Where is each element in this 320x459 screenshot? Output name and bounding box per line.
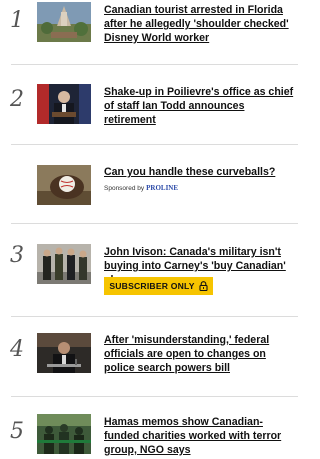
rank-number: 1 (10, 8, 24, 33)
rank-number: 4 (10, 337, 24, 362)
badge-label: SUBSCRIBER ONLY (109, 281, 195, 291)
divider (11, 144, 298, 145)
divider (11, 316, 298, 317)
article-headline-link[interactable]: Hamas memos show Canadian-funded chariti… (104, 415, 298, 457)
divider (11, 223, 298, 224)
article-thumbnail[interactable] (37, 2, 91, 42)
sponsor-brand[interactable]: PROLINE (146, 184, 178, 192)
trending-list: 1 Canadian tourist arrested in Florida a… (0, 0, 298, 459)
sponsored-thumbnail[interactable] (37, 165, 91, 205)
article-thumbnail[interactable] (37, 333, 91, 373)
article-thumbnail[interactable] (37, 84, 91, 124)
sponsored-headline-link[interactable]: Can you handle these curveballs? (104, 165, 298, 179)
article-thumbnail[interactable] (37, 244, 91, 284)
article-thumbnail[interactable] (37, 414, 91, 454)
article-headline-link[interactable]: After 'misunderstanding,' federal offici… (104, 333, 298, 375)
article-headline-link[interactable]: Shake-up in Poilievre's office as chief … (104, 85, 298, 127)
article-headline-link[interactable]: Canadian tourist arrested in Florida aft… (104, 3, 298, 45)
divider (11, 64, 298, 65)
lock-icon (199, 281, 208, 292)
rank-number: 2 (10, 87, 24, 112)
subscriber-only-badge[interactable]: SUBSCRIBER ONLY (104, 277, 213, 295)
sponsored-label: Sponsored by PROLINE (104, 184, 178, 192)
rank-number: 5 (10, 419, 24, 444)
divider (11, 396, 298, 397)
sponsored-by-text: Sponsored by (104, 185, 145, 192)
rank-number: 3 (10, 243, 24, 268)
